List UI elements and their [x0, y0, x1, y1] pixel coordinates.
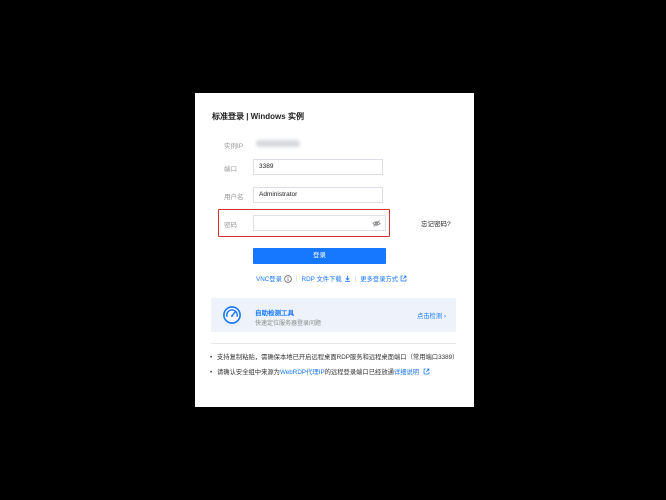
port-input[interactable]: 3389: [253, 159, 383, 175]
note-item: • 支持复制粘贴，需确保本地已开启远程桌面RDP服务和远程桌面端口（常用端口33…: [209, 353, 459, 362]
run-check-link[interactable]: 点击检测 ›: [417, 311, 446, 320]
run-check-label: 点击检测: [416, 313, 443, 320]
details-link[interactable]: 详细说明: [394, 369, 419, 376]
more-login-methods-link[interactable]: 更多登录方式: [360, 274, 407, 283]
more-login-methods-label: 更多登录方式: [360, 276, 399, 283]
webrdp-proxy-ip-link[interactable]: WebRDP代理IP: [280, 369, 325, 376]
note-text-prefix: 请确认安全组中来源为: [217, 369, 280, 376]
ip-value-blurred: [256, 140, 300, 147]
tool-title: 自助检测工具: [255, 310, 294, 317]
info-icon[interactable]: [284, 274, 292, 283]
note-text: 支持复制粘贴，需确保本地已开启远程桌面RDP服务和远程桌面端口（常用端口3389…: [217, 354, 459, 361]
download-icon: [344, 275, 350, 282]
tool-subtitle: 快速定位服务器登录问题: [255, 321, 322, 327]
rdp-download-link[interactable]: RDP 文件下载: [302, 274, 351, 283]
notes-list: • 支持复制粘贴，需确保本地已开启远程桌面RDP服务和远程桌面端口（常用端口33…: [209, 353, 459, 383]
login-options: VNC登录 | RDP 文件下载 | 更多登录方式: [256, 274, 407, 283]
note-text-middle: 的远程登录端口已经放通: [324, 369, 394, 376]
eye-hidden-icon[interactable]: [372, 219, 381, 228]
external-link-icon[interactable]: [423, 368, 430, 375]
link-separator: |: [295, 275, 298, 282]
vnc-login-link[interactable]: VNC登录: [256, 274, 292, 283]
external-link-icon: [400, 275, 407, 282]
bullet: •: [210, 354, 213, 361]
password-input[interactable]: [253, 215, 386, 231]
chevron-right-icon: ›: [443, 313, 446, 320]
bullet: •: [210, 369, 213, 376]
ip-label: 实例IP: [224, 143, 244, 150]
login-dialog: 标准登录 | Windows 实例 实例IP 端口 3389 用户名 Admin…: [195, 93, 474, 407]
username-input[interactable]: Administrator: [253, 187, 383, 203]
forgot-password-link[interactable]: 忘记密码?: [421, 218, 451, 228]
dialog-title: 标准登录 | Windows 实例: [212, 112, 304, 121]
note-item: • 请确认安全组中来源为WebRDP代理IP的远程登录端口已经放通详细说明: [209, 368, 459, 377]
vnc-login-label: VNC登录: [256, 276, 282, 283]
divider: [211, 343, 456, 344]
username-label: 用户名: [224, 194, 244, 201]
rdp-download-label: RDP 文件下载: [301, 276, 342, 283]
password-label: 密码: [224, 222, 237, 229]
self-check-tool-card[interactable]: 自助检测工具 快速定位服务器登录问题 点击检测 ›: [211, 298, 456, 332]
port-label: 端口: [224, 166, 237, 173]
link-separator: |: [354, 275, 357, 282]
check-gauge-icon: [223, 306, 241, 324]
login-button[interactable]: 登录: [253, 248, 386, 264]
